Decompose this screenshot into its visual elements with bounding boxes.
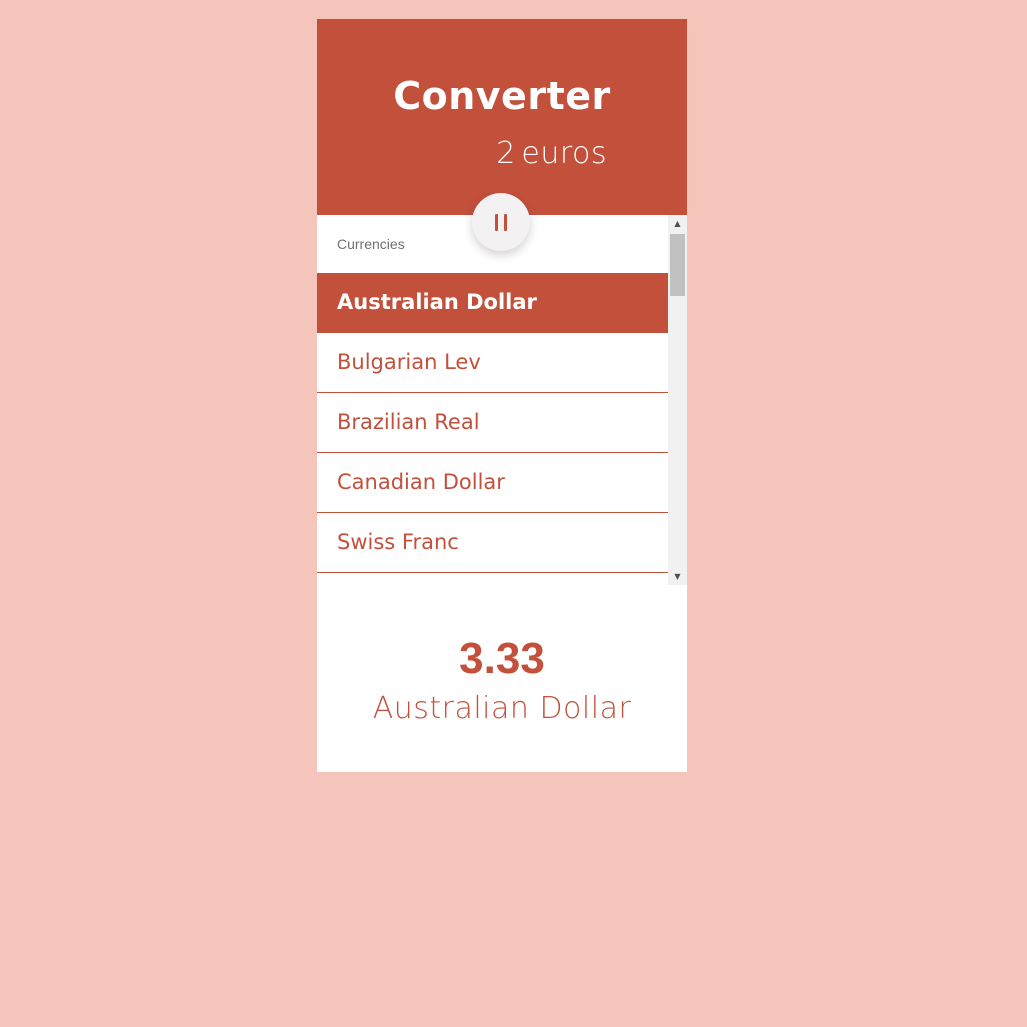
amount-display: 2 euros (496, 135, 607, 173)
currency-list: Currencies Australian Dollar Bulgarian L… (317, 215, 668, 573)
list-scrollbar[interactable]: ▲ ▼ (668, 215, 687, 585)
list-item-canadian-dollar[interactable]: Canadian Dollar (317, 453, 668, 513)
amount-value: 2 (496, 136, 516, 171)
pause-icon (495, 213, 498, 231)
converter-card: Converter 2 euros Currencies Australian … (317, 19, 687, 772)
result-currency: Australian Dollar (372, 691, 632, 726)
list-item-brazilian-real[interactable]: Brazilian Real (317, 393, 668, 453)
amount-unit: euros (521, 136, 607, 171)
list-item-australian-dollar[interactable]: Australian Dollar (317, 273, 668, 333)
header: Converter 2 euros (317, 19, 687, 215)
scroll-down-arrow-icon[interactable]: ▼ (668, 568, 687, 585)
conversion-result: 3.33 Australian Dollar (317, 631, 687, 731)
scroll-up-arrow-icon[interactable]: ▲ (668, 215, 687, 232)
pause-icon-bar (504, 213, 507, 231)
page-title: Converter (393, 74, 611, 118)
currency-list-container: Currencies Australian Dollar Bulgarian L… (317, 215, 687, 585)
result-value: 3.33 (459, 634, 545, 683)
scrollbar-thumb[interactable] (670, 234, 685, 296)
list-item-bulgarian-lev[interactable]: Bulgarian Lev (317, 333, 668, 393)
pause-button[interactable] (472, 193, 530, 251)
list-item-swiss-franc[interactable]: Swiss Franc (317, 513, 668, 573)
